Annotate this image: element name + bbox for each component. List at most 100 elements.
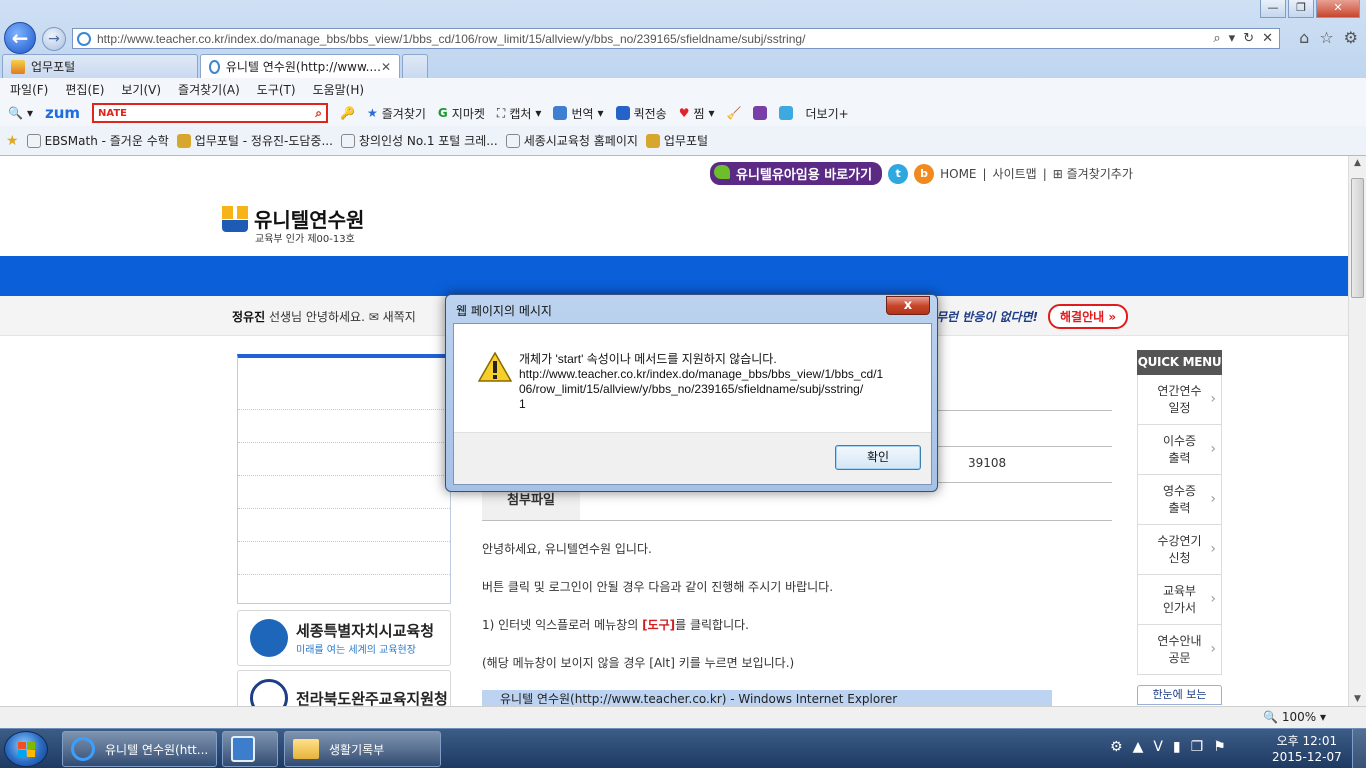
solution-guide-button[interactable]: 해결안내 »	[1048, 304, 1129, 329]
tab-label: 유니텔 연수원(http://www....	[225, 60, 381, 74]
favorites-star-icon[interactable]: ☆	[1319, 28, 1333, 47]
blog-icon[interactable]: b	[914, 163, 935, 184]
sitemap-link[interactable]: 사이트맵	[993, 165, 1037, 182]
taskbar-ie[interactable]: 유니텔 연수원(htt...	[62, 731, 217, 767]
scroll-up-icon[interactable]: ▲	[1349, 158, 1366, 168]
folder-icon	[293, 739, 319, 759]
favorite-portal-1[interactable]: 업무포털 - 정유진-도담중...	[176, 132, 333, 149]
menu-help[interactable]: 도움말(H)	[313, 81, 365, 98]
dialog-close-button[interactable]: x	[886, 296, 930, 315]
page-icon	[645, 133, 660, 148]
new-tab-button[interactable]	[402, 54, 428, 78]
add-favorite-link[interactable]: ⊞ 즐겨찾기추가	[1053, 165, 1133, 182]
favorites-star-icon[interactable]: ★	[6, 133, 19, 149]
tab-unitel[interactable]: 유니텔 연수원(http://www.... ✕	[200, 54, 400, 78]
menu-favorites[interactable]: 즐겨찾기(A)	[178, 81, 240, 98]
address-bar[interactable]: http://www.teacher.co.kr/index.do/manage…	[72, 28, 1280, 49]
clock[interactable]: 오후 12:01 2015-12-07	[1272, 733, 1342, 765]
twitter-icon[interactable]	[779, 106, 794, 120]
gmarket-button[interactable]: G 지마켓	[438, 105, 485, 122]
sejong-logo-icon	[250, 619, 288, 657]
tray-expand-icon[interactable]: ▲	[1133, 739, 1144, 755]
search-icon[interactable]: ⌕	[1213, 31, 1220, 46]
quick-certificate[interactable]: 이수증 출력	[1137, 425, 1222, 475]
maximize-button[interactable]: ❐	[1288, 0, 1314, 18]
forward-button[interactable]: →	[42, 27, 66, 51]
capture-button[interactable]: ⛶ 캡처 ▾	[497, 105, 542, 122]
kinder-exam-button[interactable]: 유니텔유아임용 바로가기	[710, 162, 883, 185]
device-icon[interactable]: ▮	[1173, 739, 1181, 755]
scroll-thumb[interactable]	[1351, 178, 1364, 298]
jjim-button[interactable]: ♥ 찜 ▾	[679, 105, 715, 122]
twitter-icon[interactable]: t	[888, 163, 909, 184]
quick-accreditation[interactable]: 교육부 인가서	[1137, 575, 1222, 625]
new-message-link[interactable]: 새쪽지	[383, 310, 416, 324]
favorite-crezone[interactable]: 창의인성 No.1 포털 크레...	[340, 132, 498, 149]
taskbar-app[interactable]	[222, 731, 278, 767]
left-menu-box	[237, 354, 451, 604]
bookmark-button[interactable]: ★ 즐겨찾기	[367, 105, 426, 122]
menu-edit[interactable]: 편집(E)	[65, 81, 104, 98]
scroll-down-icon[interactable]: ▼	[1349, 694, 1366, 704]
taskbar-folder[interactable]: 생활기록부	[284, 731, 441, 767]
mail-icon[interactable]: ✉	[369, 310, 379, 324]
zum-logo[interactable]: zum	[45, 104, 80, 122]
main-nav-band	[0, 256, 1348, 296]
address-url[interactable]: http://www.teacher.co.kr/index.do/manage…	[97, 32, 1207, 46]
unitel-logo-icon	[222, 205, 248, 232]
menu-file[interactable]: 파일(F)	[10, 81, 48, 98]
page-scrollbar[interactable]: ▲ ▼	[1348, 156, 1366, 706]
key-button[interactable]: 🔑	[340, 106, 355, 120]
quick-notice-doc[interactable]: 연수안내 공문	[1137, 625, 1222, 675]
home-link[interactable]: HOME	[940, 167, 976, 181]
translate-button[interactable]: 번역 ▾	[553, 105, 604, 122]
favorite-ebsmath[interactable]: EBSMath - 즐거운 수학	[26, 132, 169, 149]
dropdown-icon[interactable]: ▾	[1229, 31, 1236, 46]
quick-postpone[interactable]: 수강연기 신청	[1137, 525, 1222, 575]
tab-close-icon[interactable]: ✕	[381, 60, 391, 74]
copy-icon[interactable]: ❐	[1191, 739, 1204, 755]
window-close-button[interactable]: ✕	[1316, 0, 1360, 18]
gmarket-icon: G	[437, 106, 448, 120]
logo-subtitle: 교육부 인가 제00-13호	[255, 234, 355, 245]
command-bar: 🔍 ▾ zum NATE ⌕ 🔑 ★ 즐겨찾기 G 지마켓 ⛶ 캡처 ▾ 번역 ▾ 퀵전송 …	[0, 100, 1366, 126]
dialog-title: 웹 페이지의 메시지	[456, 304, 552, 318]
zoom-control[interactable]: 🔍 100% ▾	[1263, 710, 1326, 724]
search-provider-button[interactable]: 🔍 ▾	[8, 106, 33, 120]
flag-icon[interactable]: ⚑	[1213, 739, 1226, 755]
top-links: 유니텔유아임용 바로가기 t b HOME | 사이트맵 | ⊞ 즐겨찾기추가	[710, 162, 1133, 185]
start-button[interactable]	[4, 731, 48, 767]
quick-annual-schedule[interactable]: 연간연수 일정	[1137, 375, 1222, 425]
favorite-sejong[interactable]: 세종시교육청 홈페이지	[505, 132, 638, 149]
search-icon[interactable]: ⌕	[315, 106, 322, 121]
network-tool-icon[interactable]: ⚙	[1110, 739, 1123, 755]
site-logo[interactable]: 유니텔연수원	[222, 204, 364, 233]
broom-icon[interactable]: 🧹	[727, 106, 742, 120]
minimize-button[interactable]: —	[1260, 0, 1286, 18]
refresh-icon[interactable]: ↻	[1243, 31, 1254, 46]
tab-portal[interactable]: 업무포털	[2, 54, 198, 78]
ok-button[interactable]: 확인	[835, 445, 921, 470]
key-icon: 🔑	[340, 106, 355, 120]
notebook-icon[interactable]	[753, 106, 768, 120]
v3-icon[interactable]: V	[1153, 739, 1163, 755]
nate-search-input[interactable]: NATE ⌕	[92, 103, 329, 123]
banner-wanju[interactable]: 전라북도완주교육지원청	[237, 670, 451, 706]
tools-gear-icon[interactable]: ⚙	[1344, 28, 1358, 47]
stop-icon[interactable]: ✕	[1262, 31, 1273, 46]
banner-sejong[interactable]: 세종특별자치시교육청 미래를 여는 세계의 교육현장	[237, 610, 451, 666]
more-button[interactable]: 더보기+	[805, 105, 848, 122]
show-desktop-button[interactable]	[1352, 729, 1366, 768]
quick-overview[interactable]: 한눈에 보는	[1137, 685, 1222, 705]
favorite-portal-2[interactable]: 업무포털	[645, 132, 708, 149]
menu-view[interactable]: 보기(V)	[121, 81, 161, 98]
back-button[interactable]: ←	[4, 22, 36, 54]
post-paragraph: (해당 메뉴창이 보이지 않을 경우 [Alt] 키를 누르면 보입니다.)	[482, 656, 795, 670]
quick-receipt[interactable]: 영수증 출력	[1137, 475, 1222, 525]
message-dialog: 웹 페이지의 메시지 x 개체가 'start' 속성이나 메서드를 지원하지 …	[445, 294, 938, 492]
menu-tools[interactable]: 도구(T)	[257, 81, 296, 98]
tab-strip: 업무포털 유니텔 연수원(http://www.... ✕	[0, 54, 1366, 78]
translate-icon	[553, 106, 568, 120]
home-icon[interactable]: ⌂	[1299, 28, 1309, 47]
quick-send-button[interactable]: 퀵전송	[615, 105, 667, 122]
